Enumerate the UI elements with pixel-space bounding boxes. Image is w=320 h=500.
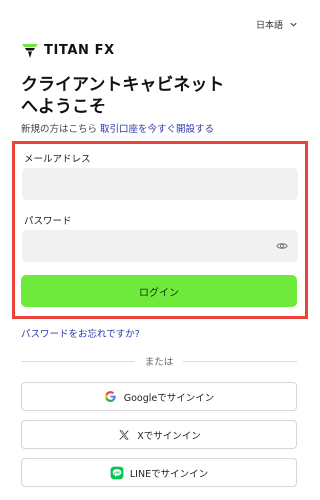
password-field-wrapper xyxy=(22,230,298,262)
google-signin-label: Googleでサインイン xyxy=(123,392,215,404)
divider-rule-right xyxy=(183,360,298,362)
brand-logo: TITAN FX xyxy=(22,43,115,58)
line-icon: LINE xyxy=(110,466,124,480)
forgot-password-link[interactable]: パスワードをお忘れですか? xyxy=(21,326,140,340)
password-field[interactable] xyxy=(22,230,298,262)
x-signin-label: Xでサインイン xyxy=(137,430,201,442)
login-button-label: ログイン xyxy=(139,287,179,299)
line-signin-label: LINEでサインイン xyxy=(129,468,209,480)
email-field[interactable] xyxy=(22,168,298,200)
email-label: メールアドレス xyxy=(24,154,91,165)
google-icon xyxy=(104,390,118,404)
language-selector[interactable]: 日本語 xyxy=(256,18,298,31)
signup-prompt: 新規の方はこちら 取引口座を今すぐ開設する xyxy=(21,121,301,135)
logo-text: TITAN FX xyxy=(44,43,115,58)
divider-text: または xyxy=(144,357,174,368)
line-signin-button[interactable]: LINE LINEでサインイン xyxy=(21,458,297,487)
svg-text:LINE: LINE xyxy=(114,471,121,474)
login-form: メールアドレス パスワード ログイン xyxy=(12,141,308,319)
or-divider: または xyxy=(21,354,298,368)
password-label: パスワード xyxy=(24,216,72,227)
titan-logo-icon xyxy=(22,43,38,58)
x-signin-button[interactable]: Xでサインイン xyxy=(21,420,297,449)
language-label: 日本語 xyxy=(255,21,283,31)
title-line-2: へようこそ xyxy=(21,97,106,117)
chevron-down-icon xyxy=(290,22,297,27)
title-line-1: クライアントキャビネット xyxy=(21,75,225,95)
google-signin-button[interactable]: Googleでサインイン xyxy=(21,382,297,411)
signup-prompt-text: 新規の方はこちら xyxy=(21,124,98,135)
eye-icon[interactable] xyxy=(276,240,288,252)
x-icon xyxy=(117,428,131,442)
page-title: クライアントキャビネット へようこそ xyxy=(21,74,291,118)
login-button[interactable]: ログイン xyxy=(21,275,297,307)
open-account-link[interactable]: 取引口座を今すぐ開設する xyxy=(100,124,214,135)
divider-rule-left xyxy=(21,360,135,362)
